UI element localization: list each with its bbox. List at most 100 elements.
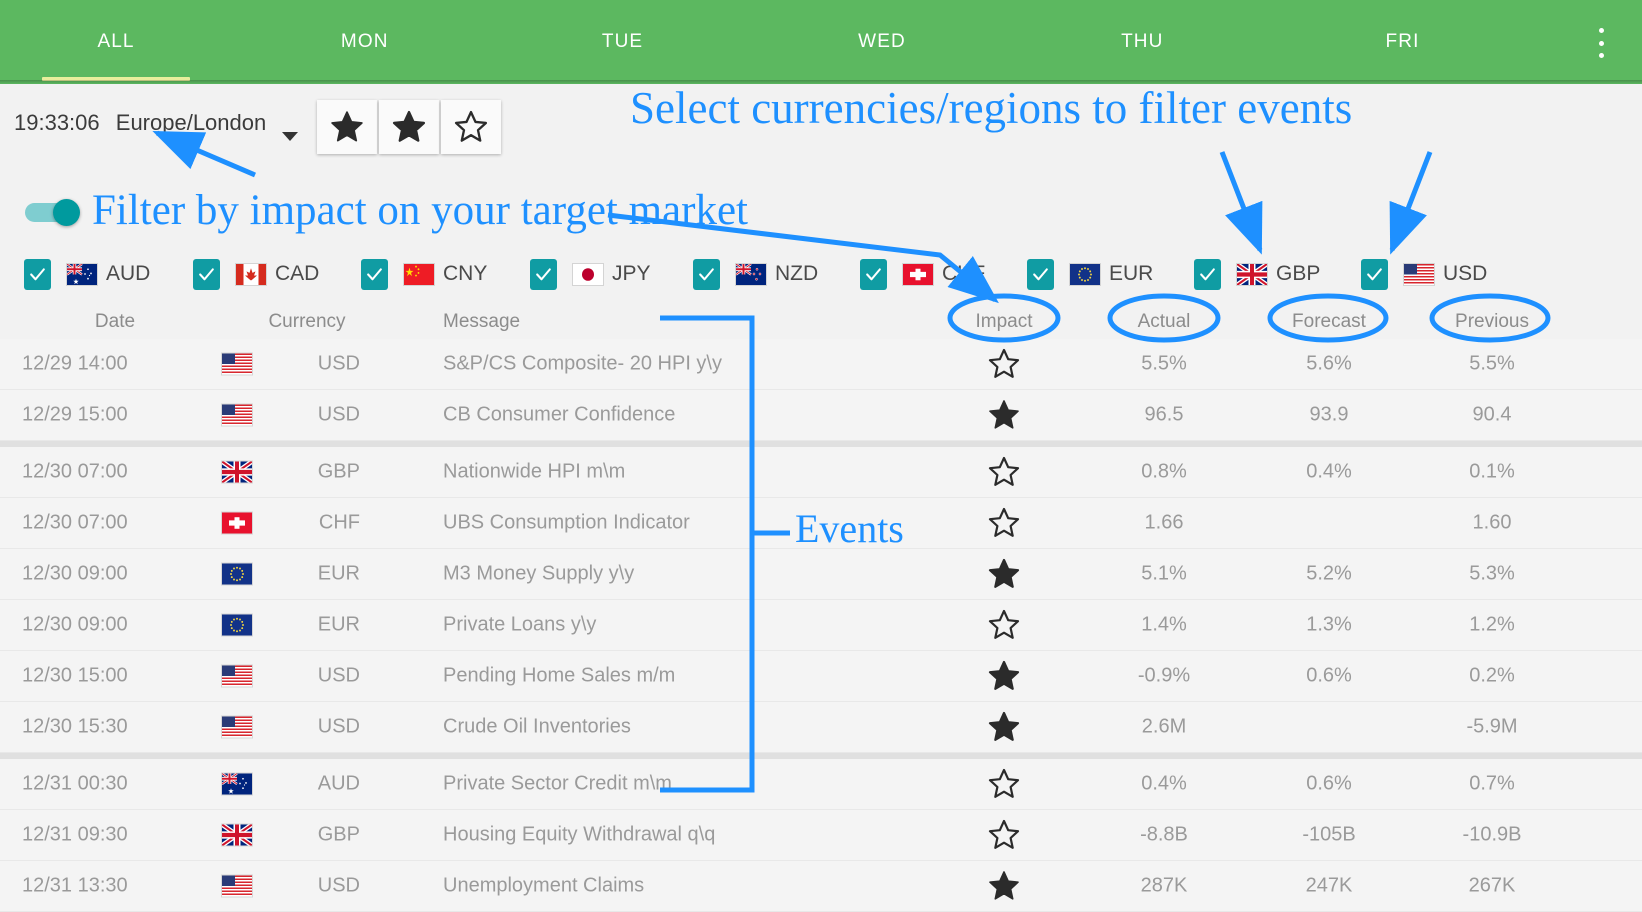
event-date: 12/30 15:00: [22, 664, 128, 687]
currency-code-label: NZD: [775, 262, 819, 285]
flag-gb: [1235, 261, 1269, 287]
impact-filter-toggle[interactable]: [25, 198, 83, 226]
impact-star-empty[interactable]: [982, 767, 1026, 801]
event-previous: -5.9M: [1466, 715, 1518, 738]
tab-label: MON: [340, 31, 389, 52]
timezone-selector[interactable]: 19:33:06 Europe/London: [14, 110, 266, 136]
impact-star-full[interactable]: [982, 398, 1026, 432]
column-header-actual[interactable]: Actual: [1110, 311, 1218, 333]
flag-cn: [404, 263, 434, 285]
currency-filter-aud[interactable]: AUD: [24, 258, 150, 290]
impact-star-half[interactable]: [982, 557, 1026, 591]
flag-nz: [735, 262, 766, 285]
currency-code-label: CHF: [942, 262, 986, 285]
currency-code-label: CNY: [443, 262, 488, 285]
event-forecast: 0.6%: [1306, 772, 1352, 795]
impact-star-half[interactable]: [982, 710, 1026, 744]
event-forecast: 5.6%: [1306, 352, 1352, 375]
table-row[interactable]: 12/30 07:00 CHF UBS Consumption Indicator 1…: [0, 498, 1642, 549]
event-actual: 0.4%: [1141, 772, 1187, 795]
star-filter-medium-impact[interactable]: [379, 100, 439, 154]
table-row[interactable]: 12/31 09:30 GBP Housing Equity Withdrawal …: [0, 810, 1642, 861]
column-header-message[interactable]: Message: [443, 311, 520, 333]
tab-label: WED: [858, 31, 906, 52]
event-previous: 1.60: [1472, 511, 1512, 534]
flag-eu: [1070, 263, 1100, 285]
tab-tue[interactable]: TUE: [507, 0, 739, 84]
currency-filter-nzd[interactable]: NZD: [693, 258, 819, 290]
column-header-currency[interactable]: Currency: [252, 311, 362, 333]
currency-filter-cny[interactable]: CNY: [361, 258, 488, 290]
column-header-forecast[interactable]: Forecast: [1272, 311, 1386, 333]
checkbox-cny[interactable]: [361, 258, 388, 290]
currency-filter-bar: AUD CAD CNY JPY NZD CHF EUR GBP USD: [0, 248, 1642, 300]
event-currency: CHF: [318, 511, 360, 534]
event-forecast: 5.2%: [1306, 562, 1352, 585]
tab-fri[interactable]: FRI: [1287, 0, 1519, 84]
table-row[interactable]: 12/30 15:00 USD Pending Home Sales m/m -0.9…: [0, 651, 1642, 702]
event-currency: GBP: [317, 823, 360, 846]
tab-thu[interactable]: THU: [1026, 0, 1258, 84]
flag-us: [222, 404, 252, 426]
checkbox-chf[interactable]: [860, 258, 887, 290]
event-forecast: 93.9: [1309, 403, 1349, 426]
impact-star-filter-group: [317, 100, 503, 154]
toolbar: 19:33:06 Europe/London: [0, 84, 1642, 170]
table-row[interactable]: 12/30 09:00 EUR M3 Money Supply y\y 5.1% 5.2…: [0, 549, 1642, 600]
flag-gb: [220, 459, 254, 485]
table-row[interactable]: 12/29 14:00 USD S&P/CS Composite- 20 HPI y…: [0, 339, 1642, 390]
table-row[interactable]: 12/31 00:30 AUD Private Sector Credit m\m…: [0, 753, 1642, 810]
event-currency: USD: [317, 352, 360, 375]
event-previous: 5.3%: [1469, 562, 1515, 585]
checkbox-nzd[interactable]: [693, 258, 720, 290]
impact-star-full[interactable]: [982, 869, 1026, 903]
event-actual: 1.66: [1144, 511, 1184, 534]
currency-filter-cad[interactable]: CAD: [193, 258, 319, 290]
event-forecast: 1.3%: [1306, 613, 1352, 636]
star-filter-low-impact[interactable]: [441, 100, 501, 154]
tab-all[interactable]: ALL: [0, 0, 232, 84]
tab-mon[interactable]: MON: [249, 0, 481, 84]
tab-wed[interactable]: WED: [766, 0, 998, 84]
impact-star-empty[interactable]: [982, 506, 1026, 540]
currency-filter-jpy[interactable]: JPY: [530, 258, 651, 290]
flag-us: [222, 716, 252, 738]
checkbox-usd[interactable]: [1361, 258, 1388, 290]
checkbox-gbp[interactable]: [1194, 258, 1221, 290]
column-header-date[interactable]: Date: [60, 311, 170, 333]
event-currency: EUR: [317, 562, 360, 585]
flag-gb: [220, 822, 254, 848]
currency-filter-eur[interactable]: EUR: [1027, 258, 1153, 290]
currency-filter-usd[interactable]: USD: [1361, 258, 1487, 290]
checkbox-cad[interactable]: [193, 258, 220, 290]
currency-filter-chf[interactable]: CHF: [860, 258, 986, 290]
impact-star-empty[interactable]: [982, 818, 1026, 852]
event-message: Private Sector Credit m\m: [443, 772, 672, 795]
currency-code-label: JPY: [612, 262, 651, 285]
event-date: 12/29 15:00: [22, 403, 128, 426]
checkbox-eur[interactable]: [1027, 258, 1054, 290]
table-row[interactable]: 12/31 13:30 USD Unemployment Claims 287K 247…: [0, 861, 1642, 912]
event-message: Unemployment Claims: [443, 874, 645, 897]
table-row[interactable]: 12/30 15:30 USD Crude Oil Inventories 2.6M -…: [0, 702, 1642, 753]
impact-star-empty[interactable]: [982, 608, 1026, 642]
overflow-menu-icon[interactable]: [1586, 26, 1616, 60]
flag-ca: [236, 263, 266, 285]
column-header-previous[interactable]: Previous: [1434, 311, 1550, 333]
impact-star-empty[interactable]: [982, 347, 1026, 381]
currency-filter-gbp[interactable]: GBP: [1194, 258, 1320, 290]
table-row[interactable]: 12/30 09:00 EUR Private Loans y\y 1.4% 1.3% 1…: [0, 600, 1642, 651]
impact-star-half[interactable]: [982, 659, 1026, 693]
event-previous: 0.1%: [1469, 460, 1515, 483]
table-row[interactable]: 12/30 07:00 GBP Nationwide HPI m\m 0.8% 0.4%…: [0, 441, 1642, 498]
impact-star-empty[interactable]: [982, 455, 1026, 489]
event-previous: 1.2%: [1469, 613, 1515, 636]
checkbox-aud[interactable]: [24, 258, 51, 290]
checkbox-jpy[interactable]: [530, 258, 557, 290]
chevron-down-icon[interactable]: [282, 132, 298, 141]
star-filter-high-impact[interactable]: [317, 100, 377, 154]
event-forecast: -105B: [1302, 823, 1356, 846]
table-row[interactable]: 12/29 15:00 USD CB Consumer Confidence 96.5…: [0, 390, 1642, 441]
flag-us: [1404, 263, 1434, 285]
column-header-impact[interactable]: Impact: [952, 311, 1056, 333]
